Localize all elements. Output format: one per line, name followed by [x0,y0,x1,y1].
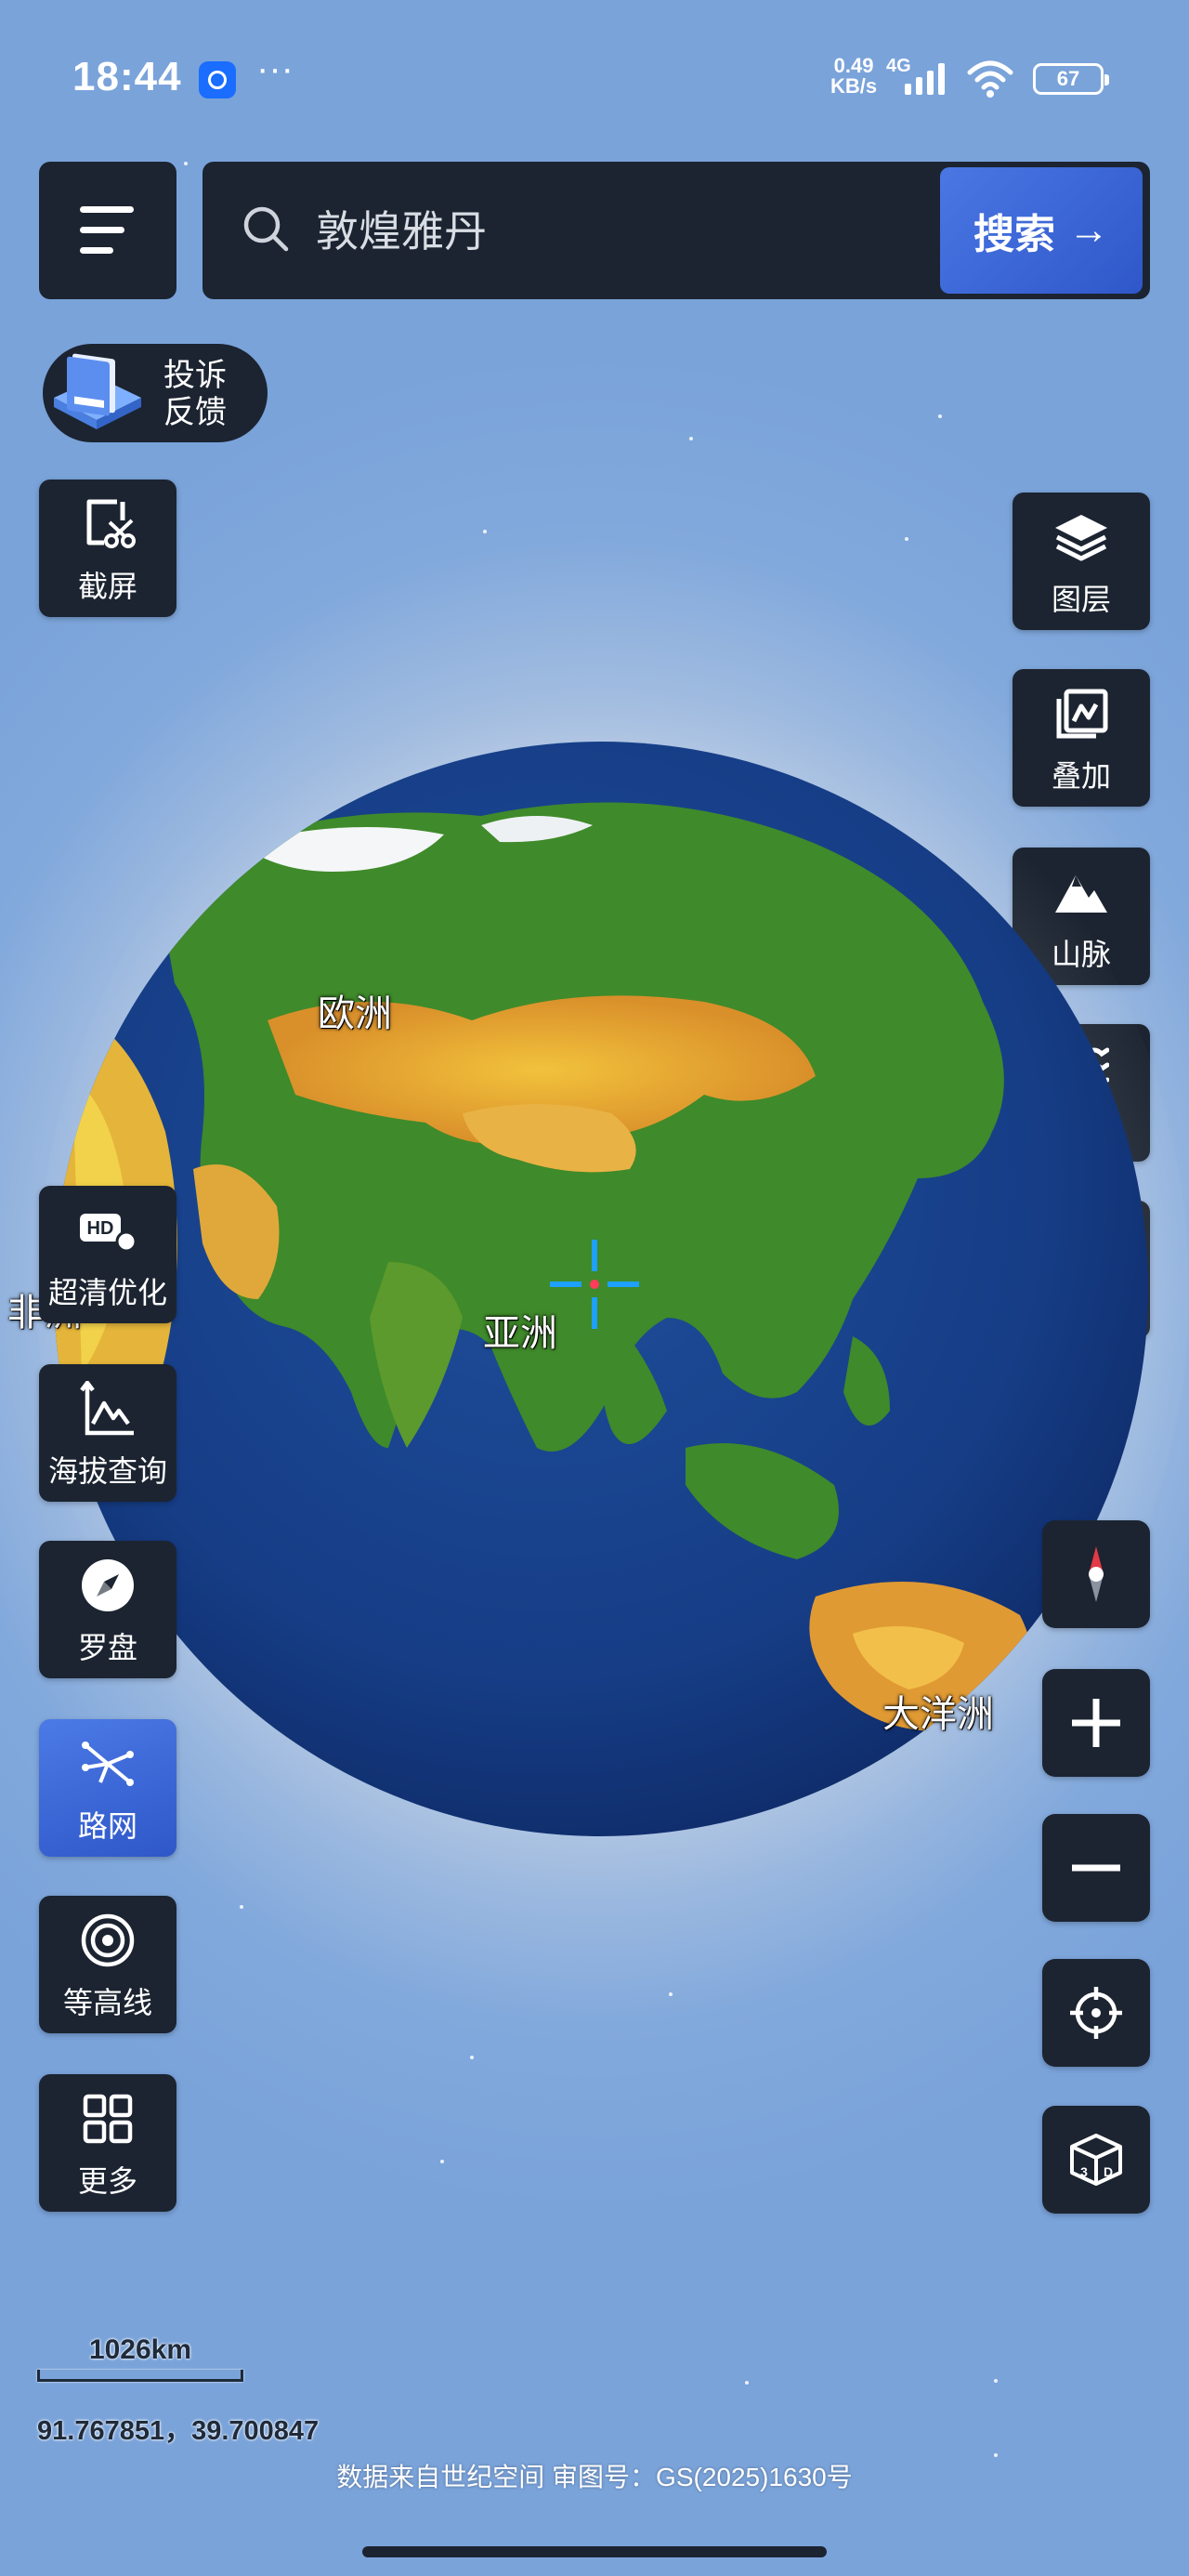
signal-icon [905,63,945,95]
coordinates-readout: 91.767851，39.700847 [37,2416,320,2446]
north-compass-button[interactable] [1042,1520,1150,1628]
star [184,162,188,165]
zoom-in-button[interactable] [1042,1669,1150,1777]
star [905,537,908,541]
compass-icon [82,1559,134,1611]
search-button-label: 搜索 [973,212,1055,257]
compass-button[interactable]: 罗盘 [39,1541,176,1678]
overlay-icon [1056,689,1108,739]
minus-icon [1072,1864,1120,1872]
plus-icon [1072,1699,1120,1747]
hd-optimize-button[interactable]: HD 超清优化 [39,1186,176,1323]
locate-icon [1070,1987,1122,2039]
more-notifications-icon: ··· [256,48,294,89]
label-europe: 欧洲 [318,993,392,1034]
svg-text:D: D [1104,2164,1113,2179]
scale-value: 1026km [88,2334,192,2365]
menu-button[interactable] [39,162,176,299]
crosshair-icon [550,1240,639,1329]
network-speed: 0.49 KB/s [830,56,877,97]
scale-bar [37,2370,243,2382]
star [669,1992,673,1996]
screenshot-button[interactable]: 截屏 [39,480,176,617]
cube-3d-icon: 3 D [1070,2134,1122,2186]
compass-label: 罗盘 [77,1631,137,1664]
menu-icon-line [80,247,113,254]
view-3d-button[interactable]: 3 D [1042,2106,1150,2214]
network-speed-value: 0.49 [833,54,874,77]
search-button[interactable]: 搜索 → [940,167,1143,294]
hd-icon: HD [80,1214,136,1253]
network-speed-unit: KB/s [830,74,878,98]
star [483,530,487,533]
layers-icon [1055,515,1107,561]
contour-icon [81,1913,135,1967]
battery-indicator: 67 [1033,63,1109,95]
road-network-label: 路网 [77,1809,137,1843]
layers-button[interactable]: 图层 [1013,493,1150,630]
arrow-right-icon: → [1068,207,1109,253]
search-bar: 搜索 → [203,162,1150,299]
status-bar: 18:44 ··· 0.49 KB/s 4G 67 [0,0,1189,158]
star [470,2056,474,2059]
search-input[interactable] [314,203,875,260]
menu-icon-line [80,227,124,233]
star [240,1905,243,1909]
feedback-label-line2: 反馈 [163,395,227,430]
star [938,414,942,418]
grid-icon [83,2094,133,2144]
home-indicator[interactable] [362,2546,827,2557]
road-network-icon [82,1741,134,1786]
star [745,2381,749,2385]
zoom-out-button[interactable] [1042,1814,1150,1922]
feedback-label: 投诉 反馈 [163,357,247,431]
elevation-icon [80,1381,134,1436]
elevation-query-button[interactable]: 海拔查询 [39,1364,176,1502]
road-network-button[interactable]: 路网 [39,1719,176,1857]
screenshot-label: 截屏 [77,570,137,603]
app-notification-icon [199,61,236,99]
wifi-icon [967,60,1013,98]
more-button[interactable]: 更多 [39,2074,176,2212]
svg-text:3: 3 [1080,2164,1088,2179]
feedback-button[interactable]: 投诉 反馈 [43,344,268,442]
screenshot-icon [86,499,136,548]
contour-button[interactable]: 等高线 [39,1896,176,2033]
feedback-icon [54,353,141,429]
locate-button[interactable] [1042,1959,1150,2067]
hd-optimize-label: 超清优化 [47,1276,167,1309]
star [689,437,693,440]
label-oceania: 大洋洲 [882,1694,994,1735]
elevation-query-label: 海拔查询 [47,1454,167,1488]
north-arrow-icon [1089,1546,1104,1602]
more-label: 更多 [77,2164,137,2198]
status-time: 18:44 [72,54,182,99]
menu-icon-line [80,206,134,213]
contour-label: 等高线 [62,1986,152,2019]
search-icon [243,206,289,252]
star [440,2160,444,2163]
svg-text:HD: HD [87,1218,114,1239]
map-scale: 1026km [37,2334,243,2382]
layers-label: 图层 [1051,583,1111,616]
data-credit: 数据来自世纪空间 审图号：GS(2025)1630号 [336,2463,853,2491]
feedback-label-line1: 投诉 [163,358,227,393]
star [994,2379,998,2383]
